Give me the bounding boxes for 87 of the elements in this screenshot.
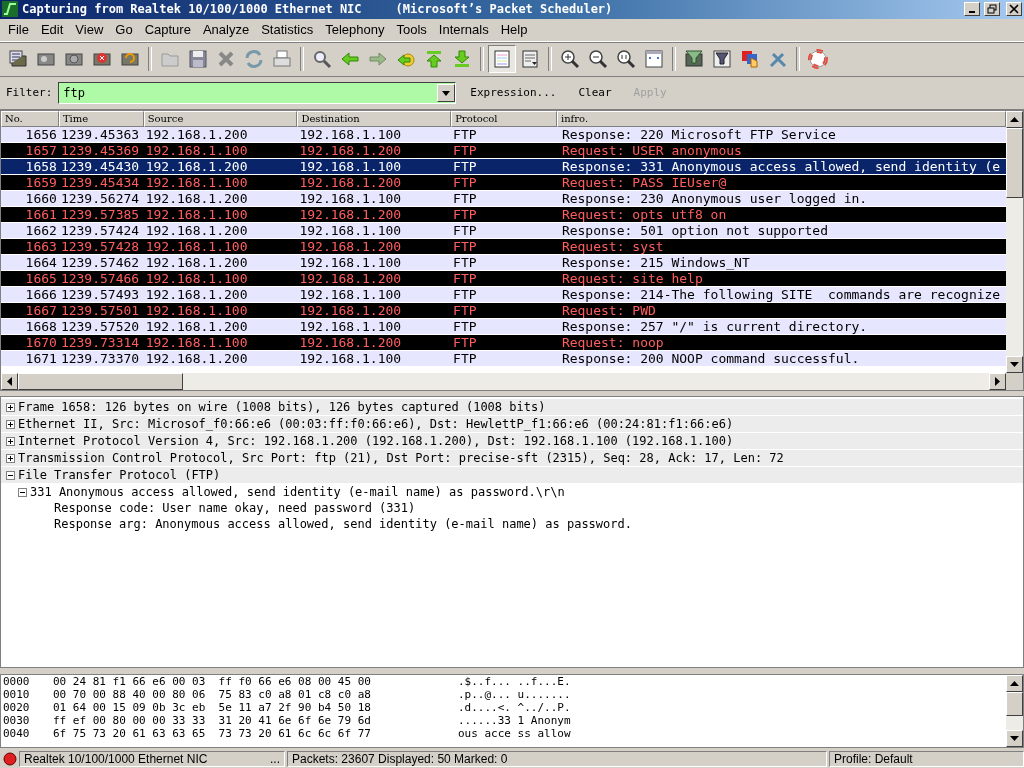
expand-icon[interactable] [6,402,15,412]
filter-label: Filter: [6,86,53,100]
arrow-icon [7,376,12,386]
filter-action-button[interactable]: Expression... [462,84,565,102]
filter-action-button[interactable]: Clear [570,84,620,102]
scroll-thumb[interactable] [1006,692,1023,717]
arrow-icon [1010,736,1019,741]
colorize-list-icon[interactable] [491,48,513,71]
ascii-text[interactable]: .p..@... u....... [458,688,571,702]
capture-status-icon[interactable] [3,751,17,766]
column-header[interactable]: infro. [556,110,1006,127]
vertical-scrollbar[interactable] [1006,110,1023,373]
window-title: Capturing from Realtek 10/100/1000 Ethernet NIC [22,2,362,17]
hex-bytes[interactable]: 6f 75 73 20 61 63 63 65 73 73 20 61 6c 6c 6f 77 [53,727,458,741]
scroll-thumb[interactable] [18,372,183,390]
save-icon[interactable] [187,48,209,71]
column-header[interactable]: Source [143,110,298,127]
minimize-button[interactable] [964,2,980,17]
ascii-text[interactable]: ous acce ss allow [458,727,571,741]
scroll-up-button[interactable] [1006,110,1023,128]
dropdown-button[interactable] [437,83,456,102]
arrow-icon [1010,361,1019,367]
hex-offset: 0030 [3,714,31,728]
display-filter-icon[interactable] [711,48,733,71]
column-header[interactable]: Destination [297,110,452,127]
collapse-icon[interactable] [6,470,15,480]
coloring-rules-icon[interactable] [739,48,761,71]
scroll-down-button[interactable] [1006,730,1023,747]
menu-item[interactable]: Capture [138,22,197,38]
menu-item[interactable]: Tools [390,22,433,38]
auto-scroll-icon[interactable] [519,48,541,71]
detail-text[interactable]: File Transfer Protocol (FTP) [18,468,221,483]
expand-icon[interactable] [6,419,15,429]
scroll-up-button[interactable] [1006,675,1023,693]
menu-item[interactable]: Go [109,22,139,38]
hex-bytes[interactable]: ff ef 00 80 00 00 33 33 31 20 41 6e 6f 6e 79 6d [53,714,458,728]
more-text[interactable]: ... [270,751,280,766]
menu-item[interactable]: Internals [432,22,495,38]
help-icon[interactable] [807,48,829,71]
expand-icon[interactable] [6,436,15,446]
caret-icon [441,88,452,97]
vertical-scrollbar[interactable] [1006,675,1023,747]
arrow-icon [1010,116,1019,122]
scroll-left-button[interactable] [1,372,18,390]
menu-item[interactable]: Help [494,22,534,38]
scroll-right-button[interactable] [989,372,1006,390]
filter-input[interactable]: ftp [59,85,438,100]
zoom-reset-icon[interactable] [615,48,637,71]
menu-item[interactable]: Telephony [319,22,391,38]
ascii-text[interactable]: ......33 1 Anonym [458,714,571,728]
detail-text[interactable]: Response code: User name okay, need password (331) [54,501,416,516]
collapse-icon[interactable] [18,487,27,497]
menu-item[interactable]: Analyze [196,22,256,38]
zoom-out-icon[interactable] [587,48,609,71]
scroll-thumb[interactable] [1006,127,1023,198]
horizontal-scrollbar[interactable] [1,372,1023,390]
interface-name: Realtek 10/100/1000 Ethernet NIC [24,751,208,766]
window-subtitle: (Microsoft’s Packet Scheduler) [395,2,613,17]
arrow-icon [1010,681,1019,687]
column-header[interactable]: No. [1,110,59,127]
minimize-icon [969,11,975,14]
detail-text[interactable]: 331 Anonymous access allowed, send identity (e-mail name) as password.\r\n [30,485,565,500]
hex-bytes[interactable]: 00 24 81 f1 66 e6 00 03 ff f0 66 e6 08 00 45 00 [53,675,458,689]
zoom-in-icon[interactable] [559,48,581,71]
hex-offset: 0040 [3,727,31,741]
search-icon[interactable] [311,48,333,71]
hex-bytes[interactable]: 01 64 00 15 09 0b 3c eb 5e 11 a7 2f 90 b4 50 18 [53,701,458,715]
restore-button[interactable] [984,2,1000,17]
column-header[interactable]: Time [58,110,144,127]
hex-offset: 0010 [3,688,31,702]
menu-item[interactable]: Edit [34,22,70,38]
menu-item[interactable]: View [69,22,110,38]
menu-item[interactable]: File [2,22,35,38]
hex-bytes[interactable]: 00 70 00 88 40 00 80 06 75 83 c0 a8 01 c8 c0 a8 [53,688,458,702]
ascii-text[interactable]: .$..f... ..f...E. [458,675,571,689]
column-header[interactable]: Protocol [451,110,557,127]
hex-offset: 0000 [3,675,31,689]
expand-icon[interactable] [6,453,15,463]
filter-field[interactable]: ftp [58,81,457,104]
app-logo-icon [2,1,18,18]
ascii-text[interactable]: .d....<. ^../..P. [458,701,571,715]
close-button[interactable] [1006,2,1022,17]
resize-columns-icon[interactable] [643,48,665,71]
detail-text[interactable]: Response arg: Anonymous access allowed, send identity (e-mail name) as password. [54,517,632,532]
packet-counts: Packets: 23607 Displayed: 50 Marked: 0 [292,751,508,766]
hex-offset: 0020 [3,701,31,715]
menu-item[interactable]: Statistics [255,22,320,38]
